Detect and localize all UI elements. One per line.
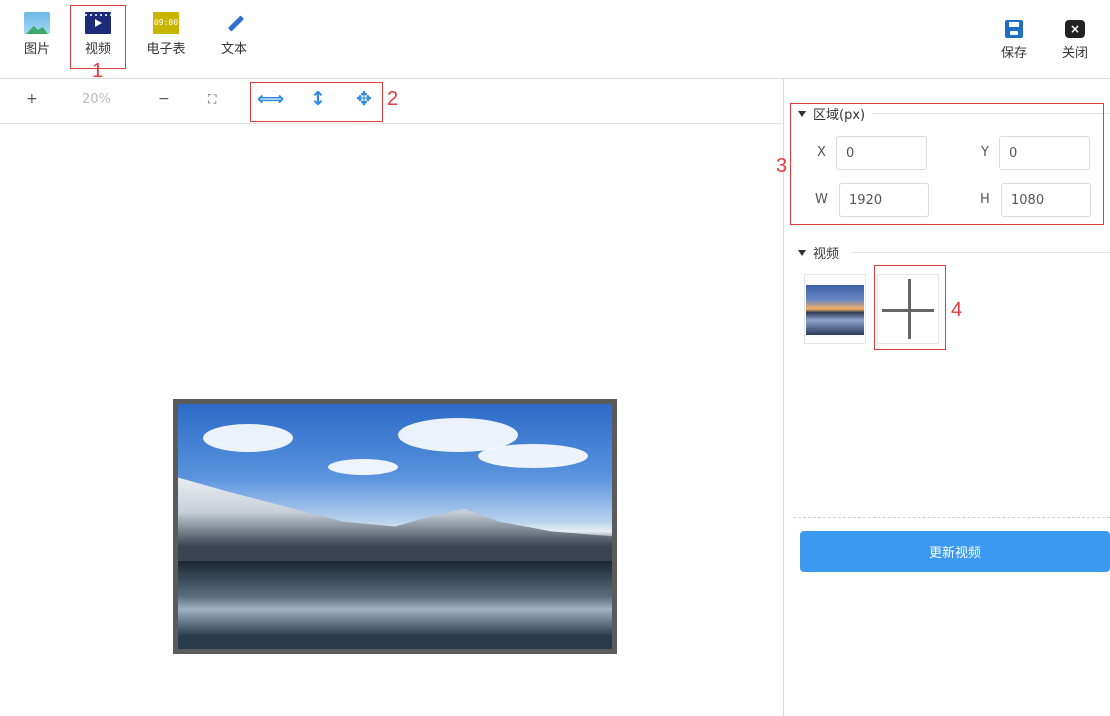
tool-text[interactable]: 文本 — [209, 10, 259, 66]
clock-sheet-icon: 09:00 — [153, 12, 179, 34]
tool-text-label: 文本 — [220, 42, 247, 57]
tool-clock-label: 电子表 — [146, 42, 186, 57]
annotation-number-3: 3 — [776, 155, 788, 177]
top-toolbar: 图片 视频 09:00 电子表 文本 保存 × 关闭 — [0, 0, 1110, 79]
save-label: 保存 — [1000, 46, 1027, 61]
video-section-title[interactable]: 视频 — [798, 243, 839, 262]
fit-screen-button[interactable]: ⛶ — [208, 92, 216, 107]
annotation-box-3 — [790, 103, 1104, 225]
image-icon — [24, 12, 50, 34]
save-icon — [1005, 20, 1023, 38]
save-button[interactable]: 保存 — [989, 20, 1039, 76]
annotation-number-4: 4 — [951, 299, 963, 321]
zoom-level: 20% — [82, 92, 111, 107]
tool-clock[interactable]: 09:00 电子表 — [141, 10, 191, 66]
collapse-icon — [798, 250, 806, 256]
update-video-button[interactable]: 更新视频 — [800, 531, 1110, 572]
video-thumbnail[interactable] — [804, 274, 866, 344]
pen-icon — [221, 12, 247, 34]
annotation-box-4 — [874, 265, 946, 350]
preview-image — [178, 404, 612, 649]
annotation-box-2 — [250, 82, 383, 122]
thumbnail-image — [806, 285, 864, 335]
video-title-text: 视频 — [813, 247, 840, 262]
tool-image-label: 图片 — [23, 42, 50, 57]
close-label: 关闭 — [1061, 46, 1088, 61]
dashed-divider — [793, 517, 1110, 518]
divider — [852, 252, 1110, 253]
zoom-in-button[interactable]: + — [26, 91, 38, 107]
video-preview[interactable] — [173, 399, 617, 654]
close-icon: × — [1065, 20, 1085, 38]
annotation-number-2: 2 — [387, 88, 399, 110]
zoom-out-button[interactable]: − — [158, 91, 170, 107]
close-button[interactable]: × 关闭 — [1050, 20, 1100, 76]
tool-image[interactable]: 图片 — [12, 10, 62, 66]
